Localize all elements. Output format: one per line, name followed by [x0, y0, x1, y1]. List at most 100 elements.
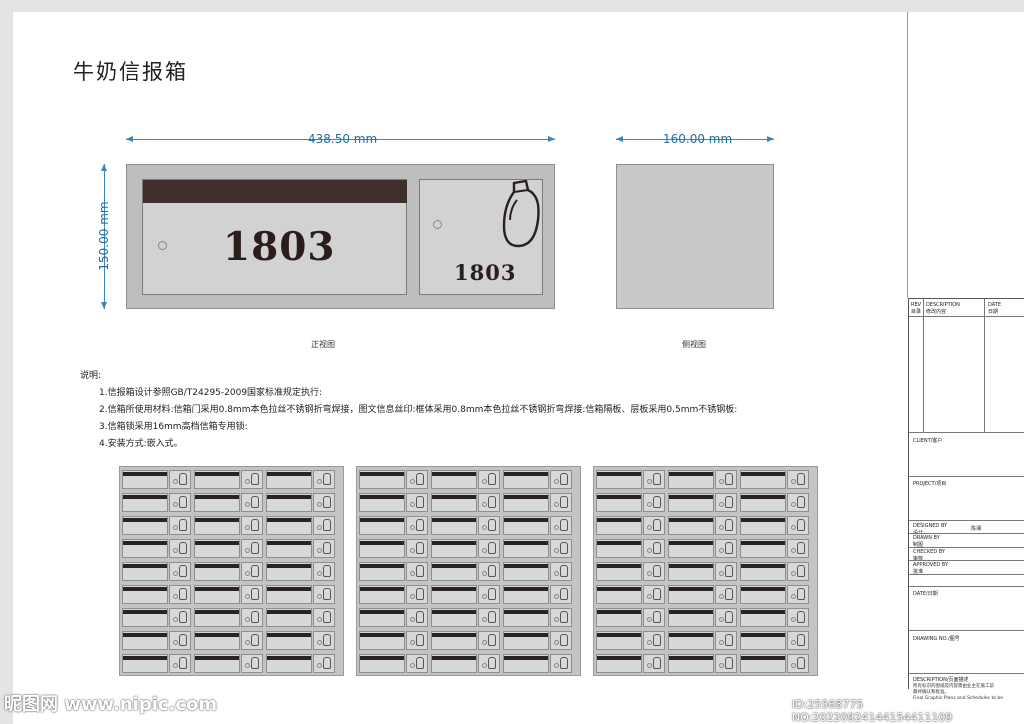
mail-door: [122, 654, 168, 673]
mail-door: [596, 608, 642, 627]
mail-door: [266, 654, 312, 673]
milk-door: [169, 631, 191, 650]
milk-door: [478, 585, 500, 604]
milk-door: [406, 585, 428, 604]
mail-door: [668, 654, 714, 673]
milk-door: [550, 585, 572, 604]
mail-door: [359, 470, 405, 489]
mail-door: [740, 493, 786, 512]
front-view-caption: 正视图: [311, 340, 335, 349]
mail-door: [503, 631, 549, 650]
mail-door: [194, 470, 240, 489]
mail-door: [194, 631, 240, 650]
mail-door: [668, 608, 714, 627]
mailbox-front-view: 1803 1803: [126, 164, 555, 309]
mail-door: [359, 539, 405, 558]
note-item: 1.信报箱设计参照GB/T24295-2009国家标准规定执行:: [99, 388, 323, 398]
mail-door: [122, 470, 168, 489]
milk-door: [715, 631, 737, 650]
tb-drawing-no: DRAWING NO./图号: [913, 636, 960, 642]
milk-door: [406, 516, 428, 535]
mail-door: [122, 539, 168, 558]
milk-door: [787, 516, 809, 535]
notes: 说明: 1.信报箱设计参照GB/T24295-2009国家标准规定执行: 2.信…: [80, 368, 737, 453]
milk-door: [406, 562, 428, 581]
mail-door: [122, 631, 168, 650]
name-plate-bar: [143, 180, 407, 203]
mail-door: [740, 539, 786, 558]
mail-door: [668, 562, 714, 581]
front-width-dimension: 438.50 mm: [308, 132, 378, 146]
milk-door: [643, 631, 665, 650]
mail-door: [668, 585, 714, 604]
milk-door: [643, 608, 665, 627]
milk-door: [169, 539, 191, 558]
milk-door: [643, 516, 665, 535]
mail-door: [740, 654, 786, 673]
milk-door: [550, 470, 572, 489]
milk-door: [241, 654, 263, 673]
milk-door: [550, 516, 572, 535]
mail-door: [431, 493, 477, 512]
milk-door: [313, 608, 335, 627]
milk-door: [169, 562, 191, 581]
milk-door: [313, 516, 335, 535]
milk-door: [241, 562, 263, 581]
milk-door: [715, 608, 737, 627]
tb-designed-by: DESIGNED BY: [913, 523, 948, 529]
sheet-border-line: [907, 12, 908, 298]
milk-door: [787, 562, 809, 581]
mail-door: [266, 562, 312, 581]
milk-door: [169, 516, 191, 535]
tb-client: CLIENT/客户: [913, 438, 943, 444]
mail-door: [266, 470, 312, 489]
mail-door: [596, 516, 642, 535]
tb-date-cn: 日期: [988, 309, 999, 315]
mail-door: [431, 516, 477, 535]
mail-door: [431, 654, 477, 673]
milk-door: [550, 631, 572, 650]
milk-door: [478, 654, 500, 673]
milk-door: [643, 539, 665, 558]
watermark-right: ID:25568775 NO:20220924144154411109: [792, 698, 953, 724]
mail-door: [431, 562, 477, 581]
milk-door: [643, 654, 665, 673]
milk-door: [787, 470, 809, 489]
milk-door: [406, 470, 428, 489]
milk-door: [715, 562, 737, 581]
milk-door: [550, 608, 572, 627]
title-block: REV 目录 DESCRIPTION 修改内容 DATE 日期 CLIENT/客户 P…: [908, 298, 1024, 689]
milk-door: [406, 608, 428, 627]
mail-door: 1803: [142, 179, 407, 295]
tb-description-label: DESCRIPTION/页面描述: [913, 677, 969, 683]
mail-door: [668, 631, 714, 650]
mail-door: [431, 585, 477, 604]
tb-approved-by: APPROVED BY: [913, 562, 949, 568]
mail-door: [596, 654, 642, 673]
milk-door: [313, 539, 335, 558]
milk-door: [478, 562, 500, 581]
milk-door: [169, 585, 191, 604]
milk-door: [643, 493, 665, 512]
side-view-caption: 侧视图: [682, 340, 706, 349]
mail-door: [359, 516, 405, 535]
mail-door: [359, 631, 405, 650]
milk-door: [313, 585, 335, 604]
milk-door: [313, 493, 335, 512]
milk-door: [406, 493, 428, 512]
mail-door: [503, 585, 549, 604]
mail-door: [596, 631, 642, 650]
mail-door: [194, 562, 240, 581]
tb-checked-by: CHECKED BY: [913, 549, 945, 555]
milk-door: [478, 608, 500, 627]
mail-door: [194, 516, 240, 535]
milk-door: [169, 654, 191, 673]
mail-door: [122, 493, 168, 512]
mail-door: [431, 608, 477, 627]
milk-door: [478, 539, 500, 558]
milk-door: [715, 470, 737, 489]
mail-door: [122, 516, 168, 535]
mail-door: [194, 493, 240, 512]
milk-door: [241, 516, 263, 535]
milk-door: [313, 562, 335, 581]
